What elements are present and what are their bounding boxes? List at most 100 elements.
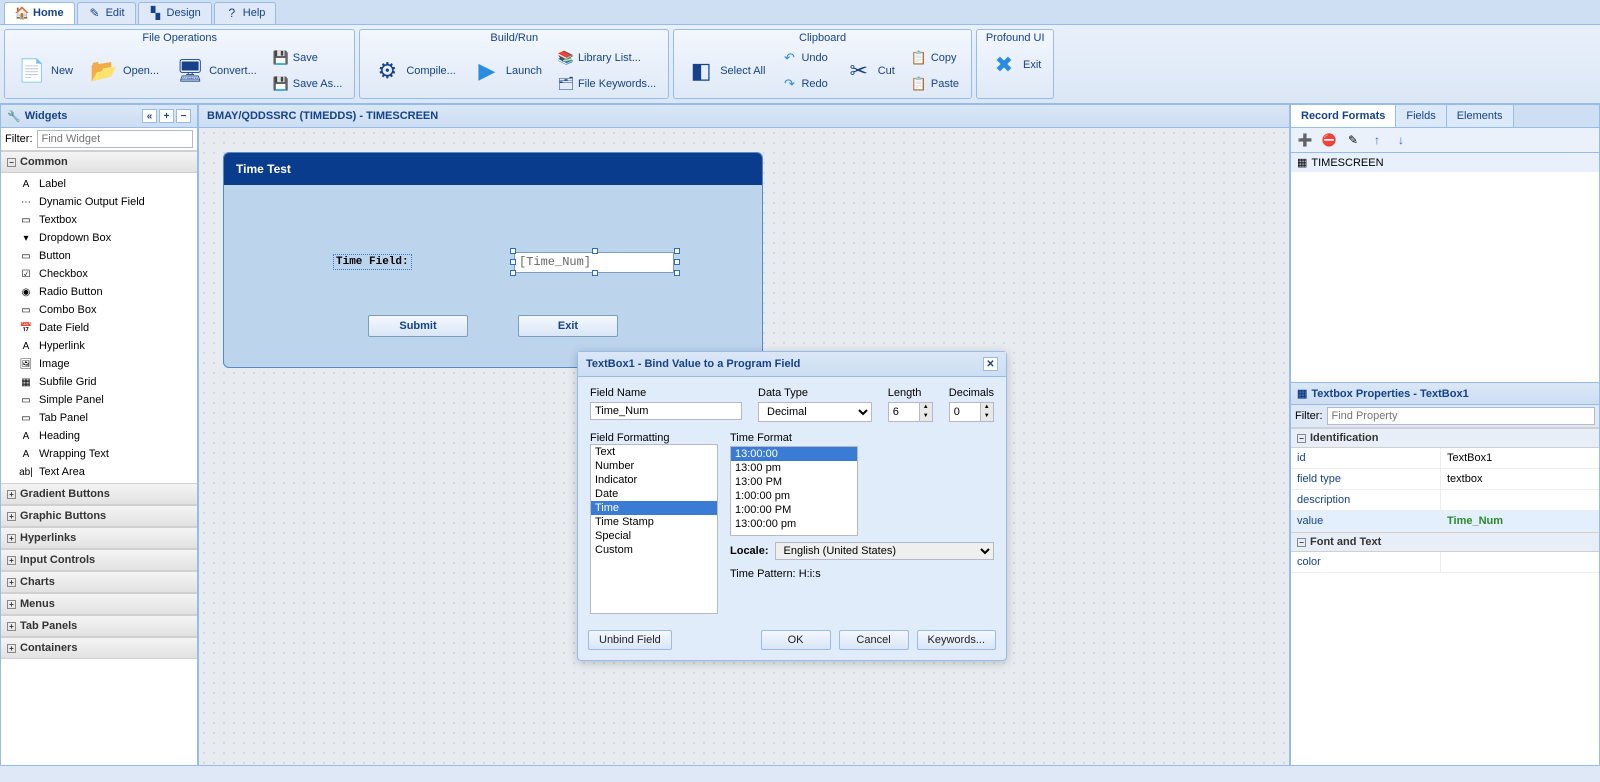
property-filter-input[interactable] (1327, 407, 1596, 425)
format-option[interactable]: Number (591, 459, 717, 473)
widget-item[interactable]: ▭Tab Panel (1, 409, 197, 427)
open-button[interactable]: 📂Open... (83, 52, 165, 90)
collapse-all-button[interactable]: − (176, 109, 191, 123)
bind-dialog[interactable]: TextBox1 - Bind Value to a Program Field… (577, 351, 1007, 661)
remove-record-button[interactable]: ⛔ (1321, 132, 1337, 148)
property-grid[interactable]: −Identification idTextBox1 field typetex… (1291, 428, 1599, 765)
cancel-button[interactable]: Cancel (839, 630, 909, 650)
tab-fields[interactable]: Fields (1396, 105, 1446, 127)
unbind-button[interactable]: Unbind Field (588, 630, 672, 650)
accordion-header[interactable]: +Menus (1, 593, 197, 615)
selection-handle[interactable] (674, 248, 680, 254)
field-name-input[interactable] (590, 402, 742, 420)
prop-section-font[interactable]: −Font and Text (1291, 532, 1599, 552)
time-format-option[interactable]: 13:00 pm (731, 461, 857, 475)
record-item[interactable]: ▦TIMESCREEN (1291, 153, 1599, 172)
spinner-up[interactable]: ▲ (920, 403, 932, 412)
widget-item[interactable]: ▭Button (1, 247, 197, 265)
widget-item[interactable]: ▭Simple Panel (1, 391, 197, 409)
widget-item[interactable]: ab|Text Area (1, 463, 197, 481)
ok-button[interactable]: OK (761, 630, 831, 650)
select-all-button[interactable]: ◧Select All (680, 52, 771, 90)
format-listbox[interactable]: TextNumberIndicatorDateTimeTime StampSpe… (590, 444, 718, 614)
copy-button[interactable]: 📋Copy (905, 46, 965, 70)
edit-record-button[interactable]: ✎ (1345, 132, 1361, 148)
selection-handle[interactable] (674, 259, 680, 265)
prop-section-identification[interactable]: −Identification (1291, 428, 1599, 448)
widget-item[interactable]: AHyperlink (1, 337, 197, 355)
accordion-common[interactable]: −Common (1, 151, 197, 173)
widget-item[interactable]: ▭Textbox (1, 211, 197, 229)
new-button[interactable]: 📄New (11, 52, 79, 90)
paste-button[interactable]: 📋Paste (905, 72, 965, 96)
widget-item[interactable]: 📅Date Field (1, 319, 197, 337)
move-up-button[interactable]: ↑ (1369, 132, 1385, 148)
design-canvas[interactable]: Time Test Time Field: [Time_Num] Submit (198, 128, 1290, 766)
selection-handle[interactable] (592, 270, 598, 276)
record-list[interactable]: ▦TIMESCREEN (1290, 153, 1600, 383)
accordion-header[interactable]: +Input Controls (1, 549, 197, 571)
time-format-option[interactable]: 1:00:00 PM (731, 503, 857, 517)
data-type-select[interactable]: Decimal (758, 402, 872, 422)
widget-item[interactable]: 🖼Image (1, 355, 197, 373)
prop-val-fieldtype[interactable]: textbox (1441, 469, 1599, 489)
time-format-option[interactable]: 13:00:00 (731, 447, 857, 461)
expand-all-button[interactable]: + (159, 109, 174, 123)
widget-item[interactable]: ⋯Dynamic Output Field (1, 193, 197, 211)
save-as-button[interactable]: 💾Save As... (267, 72, 349, 96)
launch-button[interactable]: ▶Launch (466, 52, 548, 90)
format-option[interactable]: Custom (591, 543, 717, 557)
spinner-down[interactable]: ▼ (981, 412, 993, 421)
compile-button[interactable]: ⚙Compile... (366, 52, 462, 90)
tab-help[interactable]: ?Help (214, 2, 277, 24)
accordion-header[interactable]: +Graphic Buttons (1, 505, 197, 527)
tab-record-formats[interactable]: Record Formats (1291, 105, 1396, 127)
tab-elements[interactable]: Elements (1447, 105, 1514, 127)
widget-item[interactable]: ALabel (1, 175, 197, 193)
tab-edit[interactable]: ✎Edit (77, 2, 136, 24)
format-option[interactable]: Time Stamp (591, 515, 717, 529)
widget-item[interactable]: AWrapping Text (1, 445, 197, 463)
prop-val-value[interactable]: Time_Num (1441, 511, 1599, 531)
exit-form-button[interactable]: Exit (518, 315, 618, 337)
add-record-button[interactable]: ➕ (1297, 132, 1313, 148)
prop-val-description[interactable] (1441, 490, 1599, 510)
file-keywords-button[interactable]: 🗂File Keywords... (552, 72, 662, 96)
collapse-left-button[interactable]: « (142, 109, 157, 123)
decimals-input[interactable] (949, 402, 981, 422)
move-down-button[interactable]: ↓ (1393, 132, 1409, 148)
widget-item[interactable]: ▦Subfile Grid (1, 373, 197, 391)
dialog-header[interactable]: TextBox1 - Bind Value to a Program Field… (578, 352, 1006, 377)
cut-button[interactable]: ✂Cut (838, 52, 901, 90)
format-option[interactable]: Date (591, 487, 717, 501)
keywords-button[interactable]: Keywords... (917, 630, 996, 650)
library-list-button[interactable]: 📚Library List... (552, 46, 662, 70)
widget-filter-input[interactable] (37, 130, 194, 148)
format-option[interactable]: Special (591, 529, 717, 543)
widget-list[interactable]: −Common ALabel⋯Dynamic Output Field▭Text… (1, 151, 197, 765)
widget-item[interactable]: ☑Checkbox (1, 265, 197, 283)
format-option[interactable]: Text (591, 445, 717, 459)
dialog-close-button[interactable]: ✕ (983, 357, 998, 371)
widget-item[interactable]: ▾Dropdown Box (1, 229, 197, 247)
accordion-header[interactable]: +Tab Panels (1, 615, 197, 637)
selection-handle[interactable] (510, 259, 516, 265)
selection-handle[interactable] (674, 270, 680, 276)
prop-val-color[interactable] (1441, 552, 1599, 572)
accordion-header[interactable]: +Charts (1, 571, 197, 593)
time-format-option[interactable]: 13:00 PM (731, 475, 857, 489)
format-option[interactable]: Indicator (591, 473, 717, 487)
accordion-header[interactable]: +Hyperlinks (1, 527, 197, 549)
spinner-down[interactable]: ▼ (920, 412, 932, 421)
prop-val-id[interactable]: TextBox1 (1441, 448, 1599, 468)
field-label[interactable]: Time Field: (334, 255, 411, 269)
selection-handle[interactable] (510, 248, 516, 254)
length-input[interactable] (888, 402, 920, 422)
tab-home[interactable]: 🏠Home (4, 2, 75, 24)
locale-select[interactable]: English (United States) (775, 542, 994, 560)
time-format-option[interactable]: 1:00:00 pm (731, 489, 857, 503)
accordion-header[interactable]: +Gradient Buttons (1, 483, 197, 505)
accordion-header[interactable]: +Containers (1, 637, 197, 659)
tab-design[interactable]: ▚Design (138, 2, 212, 24)
submit-button[interactable]: Submit (368, 315, 468, 337)
